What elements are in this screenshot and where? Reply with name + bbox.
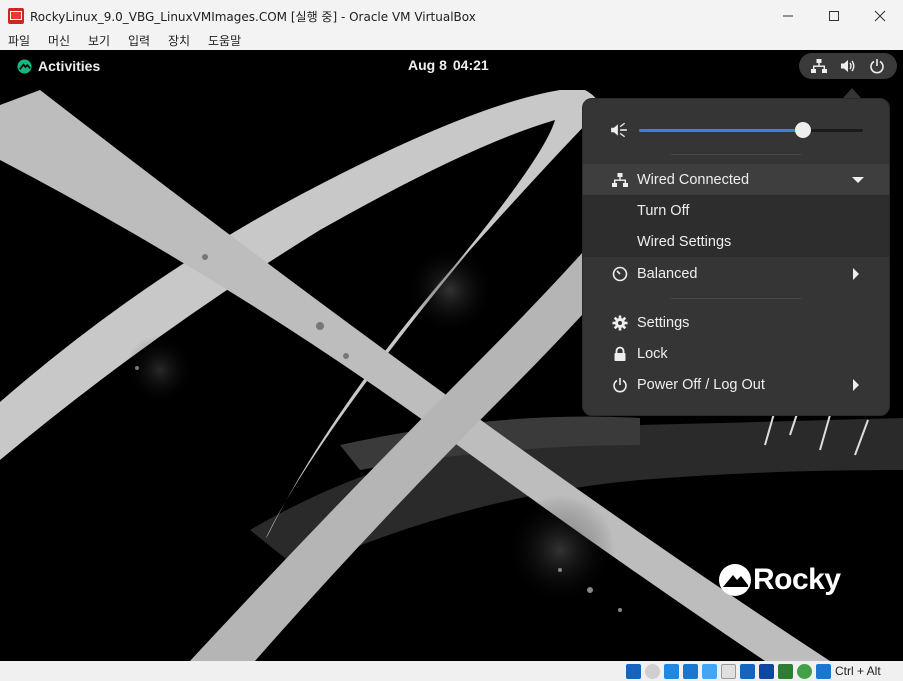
chevron-right-icon xyxy=(853,378,859,391)
chevron-right-icon xyxy=(853,267,859,280)
power-off-item[interactable]: Power Off / Log Out xyxy=(583,369,889,400)
turn-off-label: Turn Off xyxy=(637,202,690,219)
power-off-label: Power Off / Log Out xyxy=(637,376,765,393)
rocky-wallpaper-logo: Rocky xyxy=(718,563,841,597)
menu-view[interactable]: 보기 xyxy=(88,32,110,49)
wired-network-icon xyxy=(611,171,629,189)
cpu-icon[interactable] xyxy=(778,664,793,679)
popover-arrow xyxy=(843,88,861,98)
hard-disk-icon[interactable] xyxy=(626,664,641,679)
activities-button[interactable]: Activities xyxy=(17,56,100,76)
rocky-mark-icon xyxy=(719,564,751,596)
volume-slider-fill xyxy=(639,129,803,132)
keyboard-capture-icon[interactable] xyxy=(816,664,831,679)
separator xyxy=(671,154,801,155)
mouse-integration-icon[interactable] xyxy=(797,664,812,679)
window-title: RockyLinux_9.0_VBG_LinuxVMImages.COM [실행… xyxy=(30,10,476,24)
optical-drive-icon[interactable] xyxy=(645,664,660,679)
host-menubar: 파일 머신 보기 입력 장치 도움말 xyxy=(0,31,903,50)
volume-icon xyxy=(840,60,855,72)
network-icon[interactable] xyxy=(683,664,698,679)
system-menu: Wired Connected Turn Off Wired Settings … xyxy=(582,98,890,416)
turn-off-item[interactable]: Turn Off xyxy=(583,195,889,226)
menu-machine[interactable]: 머신 xyxy=(48,32,70,49)
wired-settings-label: Wired Settings xyxy=(637,233,732,250)
activities-label: Activities xyxy=(38,58,101,74)
wired-connected-label: Wired Connected xyxy=(637,171,750,188)
virtualbox-app-icon xyxy=(8,8,24,24)
clock-time: 04:21 xyxy=(452,57,489,73)
volume-slider[interactable] xyxy=(639,122,863,138)
system-indicators-button[interactable] xyxy=(799,53,897,79)
window-titlebar[interactable]: RockyLinux_9.0_VBG_LinuxVMImages.COM [실행… xyxy=(0,0,903,31)
settings-item[interactable]: Settings xyxy=(583,307,889,338)
guest-display[interactable]: Activities Aug 8 04:21 Rocky Wired Conne… xyxy=(0,50,903,661)
power-mode-label: Balanced xyxy=(637,265,698,282)
maximize-button[interactable] xyxy=(811,0,857,31)
clock-date: Aug 8 xyxy=(408,57,447,73)
separator xyxy=(671,298,801,299)
minimize-button[interactable] xyxy=(765,0,811,31)
menu-help[interactable]: 도움말 xyxy=(208,32,241,49)
recording-icon[interactable] xyxy=(759,664,774,679)
wired-connected-item[interactable]: Wired Connected xyxy=(583,164,889,195)
power-profile-icon xyxy=(611,265,629,283)
menu-input[interactable]: 입력 xyxy=(128,32,150,49)
wired-settings-item[interactable]: Wired Settings xyxy=(583,226,889,257)
close-icon xyxy=(874,10,886,21)
shared-folders-icon[interactable] xyxy=(721,664,736,679)
lock-label: Lock xyxy=(637,345,668,362)
wired-network-icon xyxy=(811,59,828,73)
settings-label: Settings xyxy=(637,314,690,331)
lock-icon xyxy=(611,345,629,363)
chevron-down-icon xyxy=(852,176,864,183)
minimize-icon xyxy=(783,15,793,16)
maximize-icon xyxy=(829,10,839,21)
power-icon xyxy=(611,376,629,394)
host-statusbar: Ctrl + Alt xyxy=(0,661,903,681)
gnome-top-bar: Activities Aug 8 04:21 xyxy=(0,50,903,82)
volume-muted-icon[interactable] xyxy=(610,121,628,139)
power-mode-item[interactable]: Balanced xyxy=(583,258,889,289)
audio-icon[interactable] xyxy=(664,664,679,679)
host-key-label: Ctrl + Alt xyxy=(835,664,881,678)
close-button[interactable] xyxy=(857,0,903,31)
volume-slider-handle[interactable] xyxy=(794,122,811,138)
menu-devices[interactable]: 장치 xyxy=(168,32,190,49)
rocky-logo-icon xyxy=(17,58,32,74)
clock[interactable]: Aug 8 04:21 xyxy=(408,57,495,73)
usb-icon[interactable] xyxy=(702,664,717,679)
rocky-logo-text: Rocky xyxy=(753,563,841,596)
display-icon[interactable] xyxy=(740,664,755,679)
menu-file[interactable]: 파일 xyxy=(8,32,30,49)
power-icon xyxy=(869,59,884,74)
gear-icon xyxy=(611,314,629,332)
lock-item[interactable]: Lock xyxy=(583,338,889,369)
